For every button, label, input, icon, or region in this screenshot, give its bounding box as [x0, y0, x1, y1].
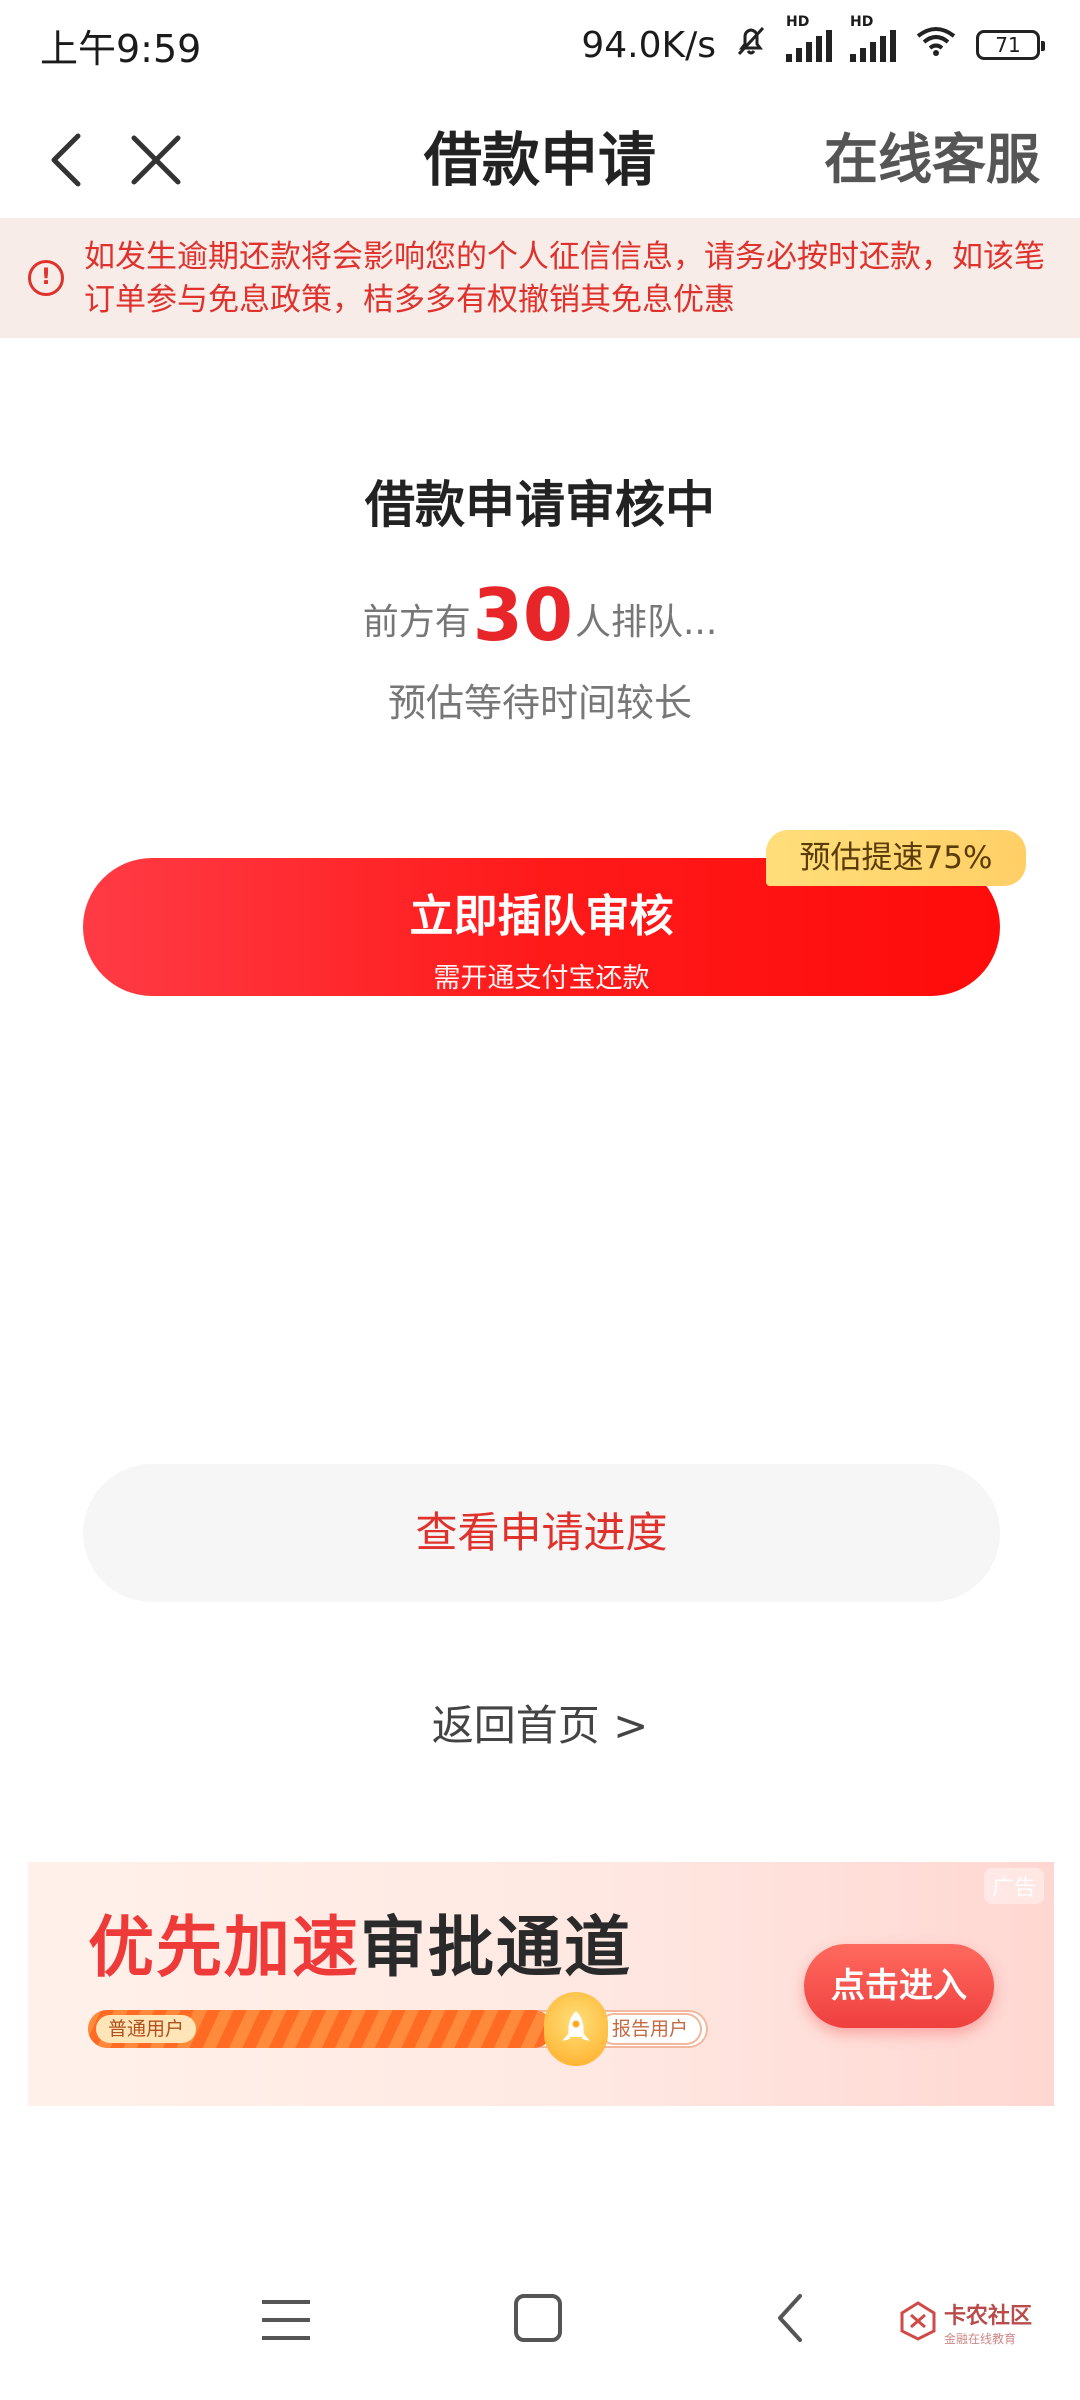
loan-application-page: 上午9:59 94.0K/s HD HD 71 借款申请 在线客服 ! 如发生逾…: [0, 0, 1080, 2400]
queue-suffix: 人排队...: [574, 602, 718, 643]
signal-1-icon: HD: [786, 14, 832, 62]
watermark: 卡农社区 金融在线教育: [898, 2298, 1032, 2347]
home-square-icon[interactable]: [512, 2292, 564, 2344]
battery-icon: 71: [976, 30, 1045, 60]
overdue-notice-banner: ! 如发生逾期还款将会影响您的个人征信信息，请务必按时还款，如该笔订单参与免息政…: [0, 218, 1080, 338]
jump-queue-label: 立即插队审核: [409, 891, 674, 942]
status-bar: 上午9:59 94.0K/s HD HD 71: [0, 0, 1080, 90]
normal-user-pill: 普通用户: [96, 2015, 197, 2043]
menu-icon[interactable]: [258, 2296, 314, 2344]
banner-title-accent: 优先加速: [88, 1909, 360, 1986]
view-progress-button[interactable]: 查看申请进度: [83, 1464, 1000, 1602]
banner-title: 优先加速审批通道: [88, 1894, 632, 1990]
notice-text: 如发生逾期还款将会影响您的个人征信信息，请务必按时还款，如该笔订单参与免息政策，…: [84, 239, 1045, 318]
queue-info: 前方有30人排队...: [0, 570, 1080, 660]
priority-channel-ad-banner[interactable]: 广告 优先加速审批通道 普通用户 报告用户 点击进入: [28, 1862, 1054, 2106]
review-status-title: 借款申请审核中: [365, 476, 715, 534]
return-home-link[interactable]: 返回首页 >: [0, 1692, 1080, 1753]
watermark-text: 卡农社区: [944, 2304, 1033, 2329]
signal-2-icon: HD: [850, 14, 896, 62]
rocket-icon: [544, 1992, 608, 2066]
wifi-icon: [914, 23, 958, 67]
enter-button[interactable]: 点击进入: [804, 1944, 994, 2028]
back-chevron-icon[interactable]: [770, 2288, 810, 2348]
queue-prefix: 前方有: [362, 602, 471, 643]
status-indicators: 94.0K/s HD HD 71: [581, 14, 1045, 67]
status-time: 上午9:59: [40, 26, 202, 71]
mute-bell-icon: [734, 23, 768, 67]
wait-time-text: 预估等待时间较长: [387, 681, 692, 725]
watermark-text-block: 卡农社区 金融在线教育: [944, 2298, 1032, 2347]
jump-queue-sub-label: 需开通支付宝还款: [433, 963, 650, 994]
ad-tag: 广告: [983, 1868, 1044, 1904]
watermark-logo-icon: [898, 2300, 938, 2345]
warning-icon: !: [28, 260, 64, 296]
banner-title-rest: 审批通道: [360, 1909, 632, 1986]
online-service-link[interactable]: 在线客服: [824, 110, 1040, 210]
speedup-badge: 预估提速75%: [766, 830, 1026, 886]
report-user-pill: 报告用户: [599, 2015, 700, 2043]
queue-count: 30: [472, 573, 573, 657]
speed-progress-track: 普通用户 报告用户: [88, 2010, 708, 2048]
network-speed: 94.0K/s: [581, 24, 716, 66]
watermark-sub: 金融在线教育: [944, 2332, 1017, 2346]
navigation-bar: 借款申请 在线客服: [0, 110, 1080, 210]
